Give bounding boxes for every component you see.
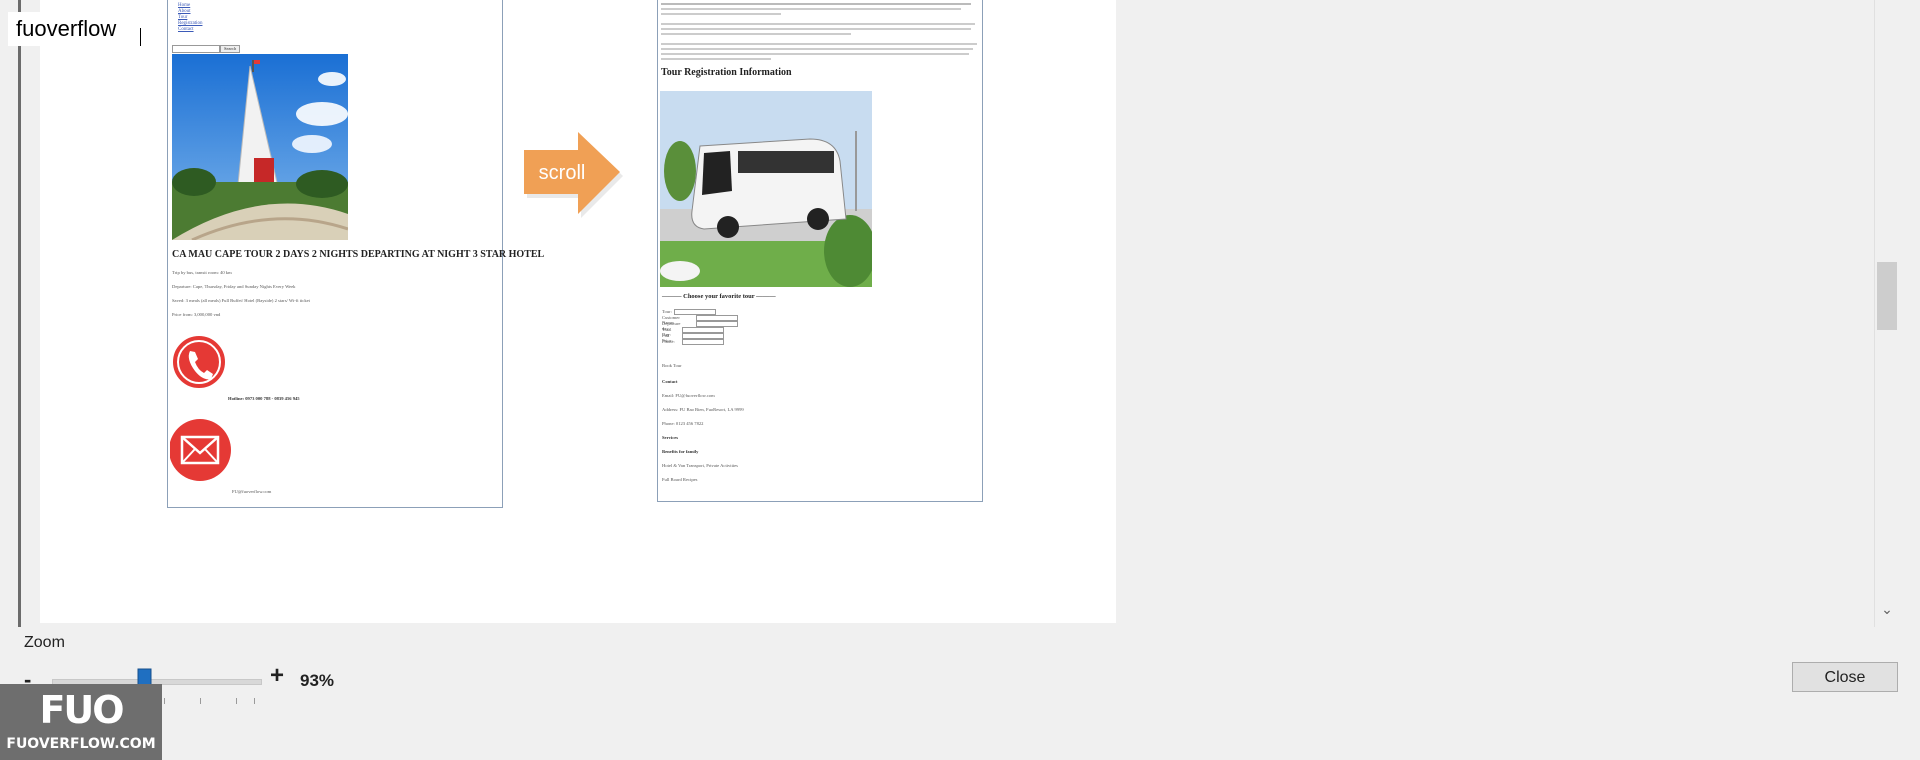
slider-tick	[200, 698, 201, 704]
logo-mark: FUO	[39, 688, 124, 732]
left-page-preview: Home About Tour Registration Contact Sea…	[167, 0, 544, 508]
phone-field[interactable]	[682, 339, 724, 345]
slider-tick	[254, 698, 255, 704]
slider-tick	[236, 698, 237, 704]
benefits-title: Benefits for family	[662, 449, 699, 454]
tour-detail-3: Saved: 3 meals (all meals) Full Buffet/ …	[172, 298, 310, 303]
slider-tick	[164, 698, 165, 704]
benefits-line-2: Full Board Recipes	[662, 477, 698, 482]
chevron-down-icon[interactable]: ⌄	[1878, 600, 1896, 618]
contact-phone: Phone: 0123 456 7822	[662, 421, 704, 426]
logo-url: FUOVERFLOW.COM	[6, 736, 156, 752]
arrow-label: scroll	[539, 162, 586, 184]
email-text: FU@fuoverflow.com	[232, 489, 272, 494]
bus-photo	[660, 91, 872, 287]
text-caret	[140, 28, 141, 46]
brand-watermark: fuoverflow	[8, 12, 125, 46]
contact-address: Address: FU Bao Bien, FuoResort, LA 9999	[662, 407, 744, 412]
viewer-left-border	[18, 0, 21, 627]
services-title: Services	[662, 435, 679, 440]
zoom-percentage: 93%	[300, 671, 335, 690]
nav-link-contact[interactable]: Contact	[178, 27, 194, 32]
nav-link-registration[interactable]: Registration	[178, 21, 202, 26]
contact-email: Email: FU@fuoverflow.com	[662, 393, 715, 398]
search-input[interactable]	[172, 45, 220, 53]
zoom-label: Zoom	[24, 634, 65, 651]
tour-detail-2: Departure: Cape, Thursday, Friday and Su…	[172, 284, 296, 289]
zoom-plus-label: +	[270, 662, 285, 689]
arrow-right-icon: scroll	[524, 132, 623, 218]
book-tour-button[interactable]: Book Tour	[662, 363, 682, 368]
registration-section-title: Tour Registration Information	[661, 67, 792, 78]
monument-photo	[172, 54, 348, 240]
close-button[interactable]: Close	[1792, 662, 1898, 692]
search-button[interactable]: Search	[220, 45, 241, 53]
tour-price: Price from: 3,000,000 vnd	[172, 312, 221, 317]
right-page-preview: Tour Registration Information ——— Choose…	[657, 0, 983, 502]
contact-title: Contact	[662, 379, 678, 384]
hotline-text: Hotline: 0973 000 788 - 0839 456 945	[228, 396, 300, 401]
form-label-tour: Tour:	[662, 309, 672, 314]
scrollbar-thumb[interactable]	[1877, 262, 1897, 330]
nav-link-tour[interactable]: Tour	[178, 15, 187, 20]
nav-link-about[interactable]: About	[178, 9, 191, 14]
envelope-icon	[170, 419, 231, 481]
nav-link-home[interactable]: Home	[178, 3, 190, 8]
paragraph-block-top	[661, 3, 977, 60]
form-label-phone: Phone:	[662, 339, 675, 344]
tour-detail-1: Trip by bus, transit room: 40 km	[172, 270, 232, 275]
benefits-line-1: Hotel & Van Transport, Private Activitie…	[662, 463, 738, 468]
phone-icon	[171, 334, 227, 390]
choose-tour-heading: ——— Choose your favorite tour ———	[662, 293, 776, 300]
tour-title: CA MAU CAPE TOUR 2 DAYS 2 NIGHTS DEPARTI…	[172, 249, 545, 260]
